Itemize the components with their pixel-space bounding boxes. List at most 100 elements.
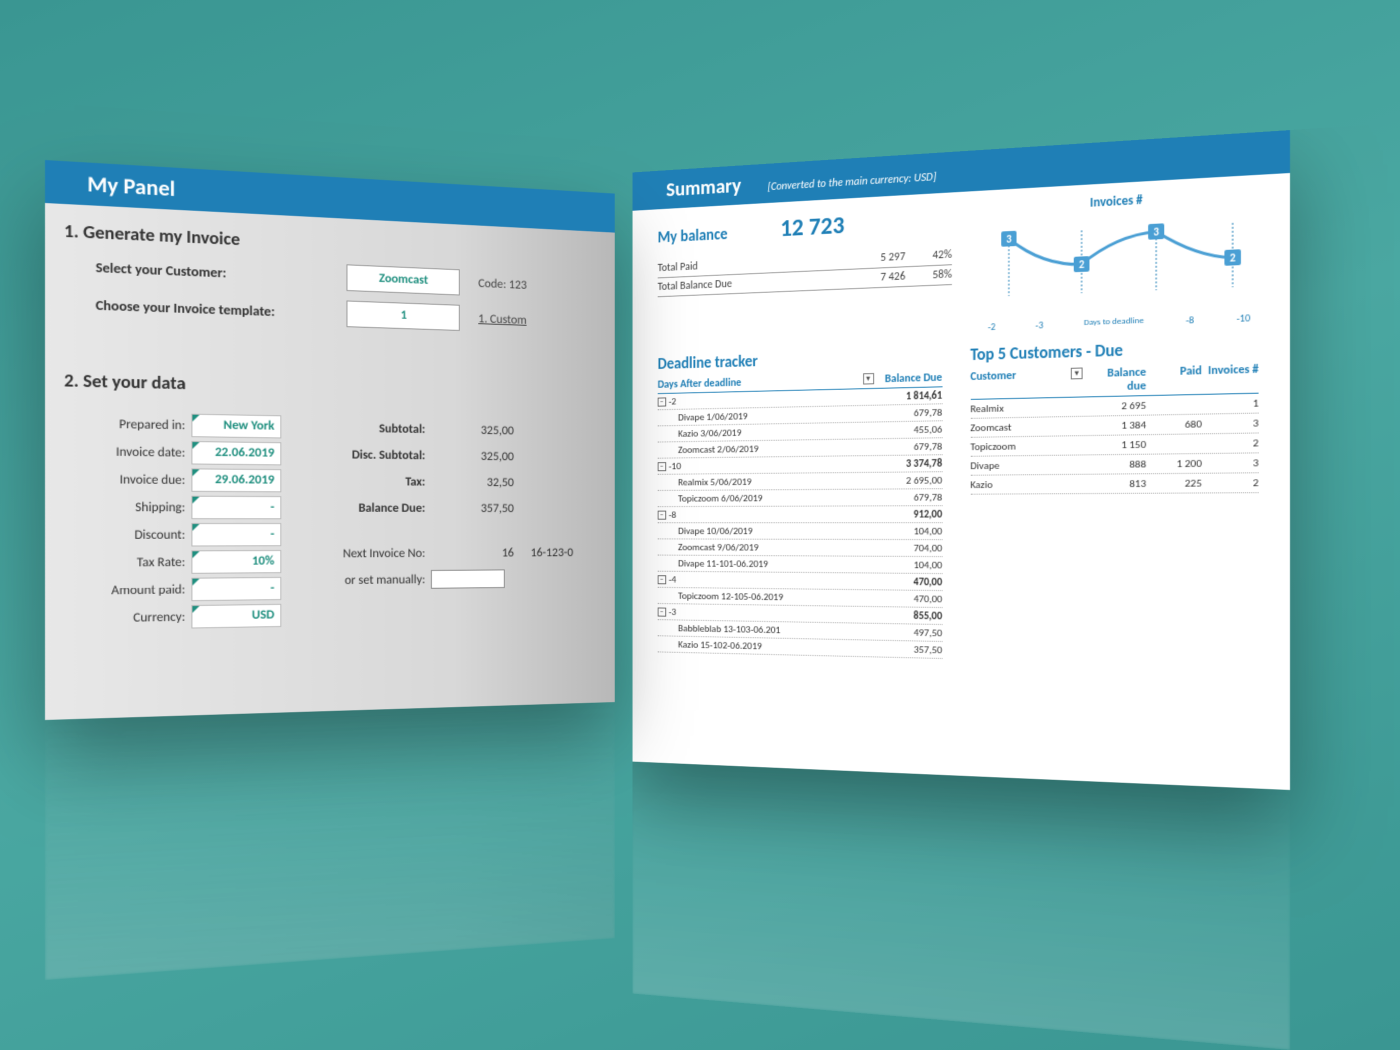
chart-x-2: -8 [1186,313,1194,326]
invoice-date-field[interactable]: 22.06.2019 [191,441,281,465]
left-title: My Panel [87,170,175,202]
tracker-item-row: Zoomcast 9/06/2019704,00 [658,539,942,557]
filter-icon[interactable]: ▾ [1071,368,1083,380]
amount-paid-field[interactable]: - [191,577,281,601]
filter-icon[interactable]: ▾ [863,373,874,384]
customer-code: Code: 123 [478,276,527,292]
right-reflection [632,762,1290,1050]
left-header: My Panel [45,160,615,233]
section1-title: 1. Generate my Invoice [64,220,615,267]
left-reflection: Currency: [45,702,615,980]
next-invoice-full: 16-123-0 [519,546,573,560]
balance-value: 12 723 [780,210,844,243]
template-select[interactable]: 1 [346,300,459,330]
balance-title: My balance [658,224,728,247]
prepared-in-field[interactable]: New York [191,414,281,439]
svg-text:2: 2 [1230,251,1236,264]
top5-head-customer[interactable]: Customer [970,368,1067,397]
collapse-icon[interactable]: − [658,510,666,519]
right-panel: Summary [Converted to the main currency:… [632,130,1290,790]
invoices-chart: Invoices # 3 2 3 2 -2 -3 Days to deadlin… [980,187,1258,335]
shipping-label: Shipping: [77,500,186,515]
invoice-due-field[interactable]: 29.06.2019 [191,468,281,492]
tracker-item-row: Zoomcast 2/06/2019679,78 [658,438,942,458]
top5-row: Kazio8132252 [970,473,1258,494]
top5-body: Realmix2 6951Zoomcast1 3846803Topiczoom1… [970,394,1258,495]
top5-row: Zoomcast1 3846803 [970,414,1258,438]
tracker-group-row[interactable]: −-103 374,78 [658,455,942,475]
tracker-group-row[interactable]: −-4470,00 [658,572,942,591]
collapse-icon[interactable]: − [658,397,666,406]
template-name[interactable]: 1. Custom [478,312,526,328]
top5-head-paid[interactable]: Paid [1146,364,1202,393]
disc-subtotal-value: 325,00 [431,449,514,464]
tracker-title: Deadline tracker [658,346,942,374]
currency-field[interactable]: USD [191,604,281,629]
tracker-group-row[interactable]: −-8912,00 [658,506,942,523]
total-due-row: Total Balance Due 7 426 58% [658,265,952,297]
tracker-item-row: Divape 11-101-06.2019104,00 [658,555,942,574]
top5-row: Topiczoom1 1502 [970,433,1258,456]
collapse-icon[interactable]: − [658,575,666,584]
prepared-in-label: Prepared in: [77,416,186,433]
collapse-icon[interactable]: − [658,607,666,616]
discount-field[interactable]: - [191,523,281,546]
disc-subtotal-label: Disc. Subtotal: [311,447,426,463]
next-invoice-no: 16 [431,546,514,560]
top5-head-balance[interactable]: Balance due [1087,366,1147,395]
svg-text:3: 3 [1006,233,1012,246]
chart-x-1: -3 [1035,319,1043,332]
top5-row: Divape8881 2003 [970,453,1258,475]
left-panel: My Panel 1. Generate my Invoice Select y… [45,160,615,720]
tracker-item-row: Kazio 3/06/2019455,06 [658,421,942,442]
invoice-due-label: Invoice due: [77,472,186,488]
section2-title: 2. Set your data [64,369,615,403]
tracker-item-row: Divape 1/06/2019679,78 [658,404,942,426]
currency-label: Currency: [77,610,186,626]
tax-rate-field[interactable]: 10% [191,550,281,574]
total-paid-pct: 42% [905,248,952,263]
tracker-head-days[interactable]: Days After deadline [658,373,859,391]
amount-paid-label: Amount paid: [77,582,186,598]
collapse-icon[interactable]: − [658,462,666,471]
total-due-pct: 58% [905,268,952,283]
customer-label: Select your Customer: [96,259,328,285]
manual-label: or set manually: [311,572,426,587]
tracker-item-row: Kazio 15-102-06.2019357,50 [658,636,942,659]
summary-subtitle: [Converted to the main currency: USD] [767,171,936,194]
tracker-item-row: Babbleblab 13-103-06.201497,50 [658,620,942,642]
tracker-head-bal[interactable]: Balance Due [877,371,942,386]
total-paid-amount: 5 297 [850,250,905,266]
tracker-item-row: Divape 10/06/2019104,00 [658,523,942,540]
tax-label: Tax: [311,474,426,489]
tracker-group-row[interactable]: −-3855,00 [658,604,942,625]
top5-head-invoices[interactable]: Invoices # [1202,363,1259,392]
right-header: Summary [Converted to the main currency:… [632,130,1290,211]
next-invoice-label: Next Invoice No: [311,546,426,561]
total-due-amount: 7 426 [850,270,905,285]
customer-select[interactable]: Zoomcast [346,264,459,295]
total-paid-row: Total Paid 5 297 42% [658,245,952,278]
tax-value: 32,50 [431,475,514,490]
balance-due-value: 357,50 [431,501,514,515]
tracker-item-row: Realmix 5/06/20192 695,00 [658,472,942,491]
discount-label: Discount: [77,527,186,542]
tracker-item-row: Topiczoom 12-105-06.2019470,00 [658,588,942,608]
invoice-date-label: Invoice date: [77,444,186,460]
top5-row: Realmix2 6951 [970,394,1258,419]
chart-svg: 3 2 3 2 [980,202,1258,321]
shipping-field[interactable]: - [191,496,281,520]
total-due-label: Total Balance Due [658,273,851,294]
tax-rate-label: Tax Rate: [77,555,186,570]
tracker-body: −-21 814,61Divape 1/06/2019679,78Kazio 3… [658,387,942,659]
chart-x-0: -2 [988,320,996,333]
balance-due-label: Balance Due: [311,501,426,516]
tracker-item-row: Topiczoom 6/06/2019679,78 [658,489,942,507]
manual-invoice-input[interactable] [431,569,505,588]
svg-text:2: 2 [1079,258,1085,271]
top5-title: Top 5 Customers - Due [970,336,1258,365]
tracker-group-row[interactable]: −-21 814,61 [658,387,942,410]
chart-xlabel: Days to deadline [1084,315,1144,330]
summary-title: Summary [666,173,741,202]
total-paid-label: Total Paid [658,253,851,275]
